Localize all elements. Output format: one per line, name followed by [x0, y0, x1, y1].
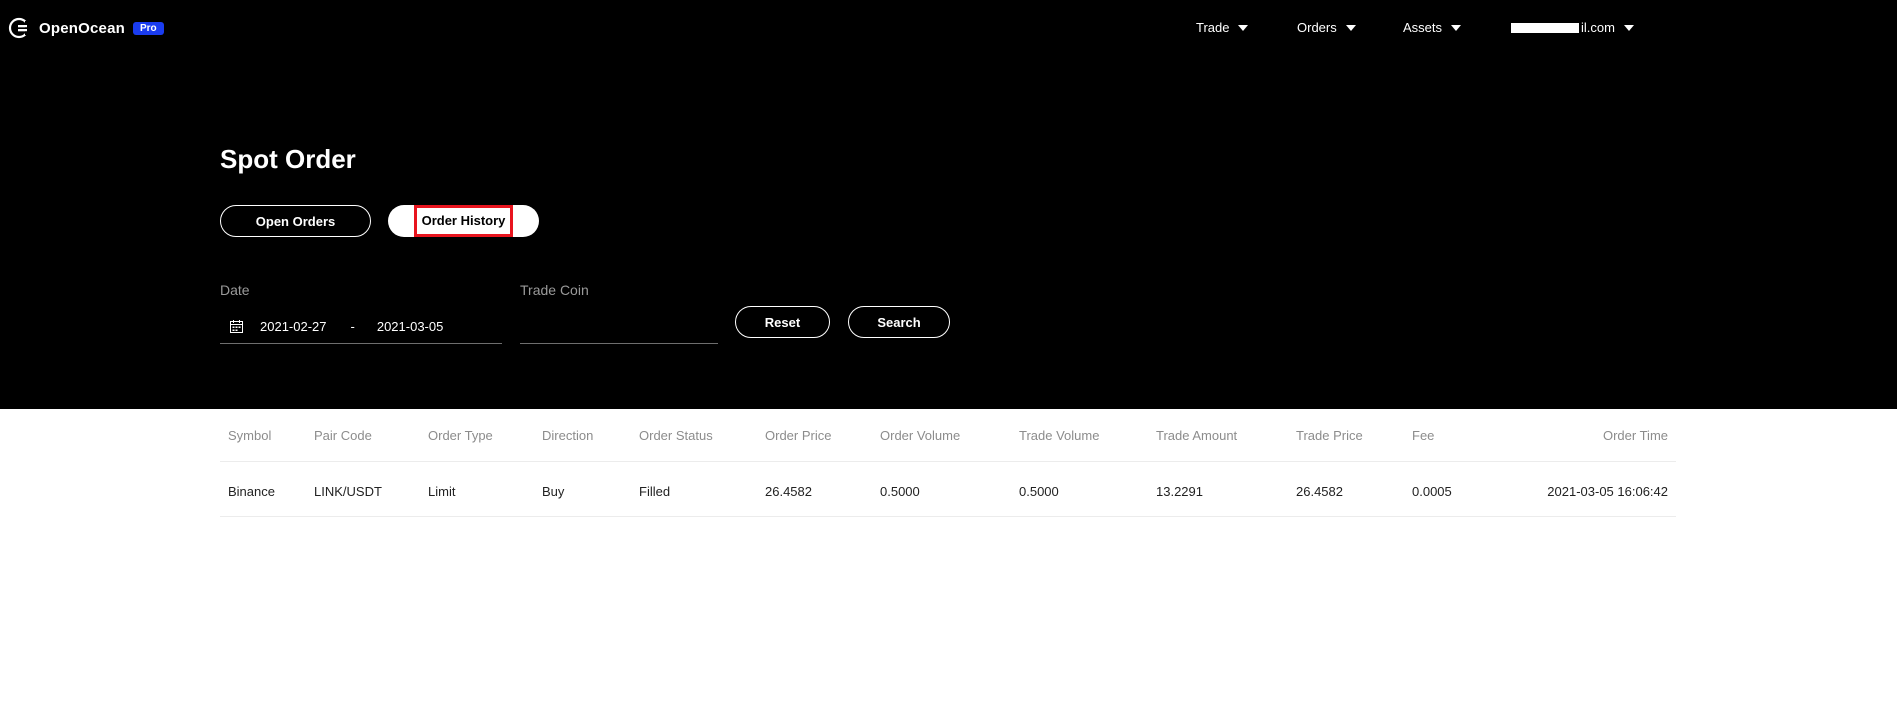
pro-badge: Pro — [133, 21, 164, 35]
caret-down-icon — [1451, 24, 1462, 31]
cell-fee: 0.0005 — [1412, 484, 1452, 499]
nav-assets-label: Assets — [1403, 20, 1443, 35]
caret-down-icon — [1345, 24, 1356, 31]
cell-order-type: Limit — [428, 484, 456, 499]
column-header-fee: Fee — [1412, 428, 1435, 443]
account-email: il.com — [1581, 20, 1615, 35]
openocean-logo-icon — [8, 17, 30, 39]
brand-name: OpenOcean — [39, 19, 125, 37]
tab-open-orders[interactable]: Open Orders — [220, 205, 371, 237]
cell-order-price: 26.4582 — [765, 484, 812, 499]
cell-symbol: Binance — [228, 484, 275, 499]
nav-account[interactable]: il.com — [1511, 20, 1634, 35]
page-header: OpenOcean Pro Trade Orders Assets il.com… — [0, 0, 1897, 409]
nav-orders[interactable]: Orders — [1297, 20, 1356, 35]
column-header-symbol: Symbol — [228, 428, 272, 443]
date-label: Date — [220, 282, 250, 298]
column-header-trade-amount: Trade Amount — [1156, 428, 1238, 443]
search-button[interactable]: Search — [848, 306, 950, 338]
trade-coin-label: Trade Coin — [520, 282, 589, 298]
table-row: Binance LINK/USDT Limit Buy Filled 26.45… — [220, 462, 1676, 517]
date-end-input[interactable]: 2021-03-05 — [377, 319, 444, 334]
tab-order-history[interactable]: Order History — [388, 205, 539, 237]
date-separator: - — [350, 318, 355, 334]
cell-order-volume: 0.5000 — [880, 484, 920, 499]
trade-coin-input[interactable] — [520, 309, 718, 344]
order-history-table: Symbol Pair Code Order Type Direction Or… — [220, 409, 1676, 517]
email-redaction — [1511, 22, 1579, 33]
nav-trade[interactable]: Trade — [1196, 20, 1249, 35]
search-button-label: Search — [877, 314, 921, 330]
nav-orders-label: Orders — [1297, 20, 1337, 35]
tab-open-orders-label: Open Orders — [255, 213, 336, 229]
column-header-order-time: Order Time — [1602, 428, 1668, 443]
cell-pair-code: LINK/USDT — [314, 484, 382, 499]
column-header-order-status: Order Status — [639, 428, 713, 443]
tab-order-history-label: Order History — [413, 205, 514, 237]
nav-assets[interactable]: Assets — [1403, 20, 1462, 35]
cell-direction: Buy — [542, 484, 565, 499]
caret-down-icon — [1623, 24, 1634, 31]
column-header-order-price: Order Price — [765, 428, 832, 443]
date-start-input[interactable]: 2021-02-27 — [260, 319, 327, 334]
column-header-trade-price: Trade Price — [1296, 428, 1363, 443]
column-header-trade-volume: Trade Volume — [1019, 428, 1100, 443]
cell-trade-amount: 13.2291 — [1156, 484, 1203, 499]
column-header-direction: Direction — [542, 428, 594, 443]
calendar-icon — [230, 319, 243, 333]
column-header-order-volume: Order Volume — [880, 428, 961, 443]
cell-trade-price: 26.4582 — [1296, 484, 1343, 499]
column-header-order-type: Order Type — [428, 428, 493, 443]
column-header-pair-code: Pair Code — [314, 428, 372, 443]
cell-order-status: Filled — [639, 484, 671, 499]
page-title: Spot Order — [220, 144, 356, 174]
caret-down-icon — [1238, 24, 1249, 31]
nav-trade-label: Trade — [1196, 20, 1230, 35]
reset-button-label: Reset — [764, 314, 801, 330]
logo[interactable]: OpenOcean Pro — [8, 17, 164, 39]
date-range-picker[interactable]: 2021-02-27 - 2021-03-05 — [220, 309, 502, 344]
cell-trade-volume: 0.5000 — [1019, 484, 1059, 499]
reset-button[interactable]: Reset — [735, 306, 830, 338]
cell-order-time: 2021-03-05 16:06:42 — [1547, 484, 1668, 499]
table-header-row: Symbol Pair Code Order Type Direction Or… — [220, 409, 1676, 462]
